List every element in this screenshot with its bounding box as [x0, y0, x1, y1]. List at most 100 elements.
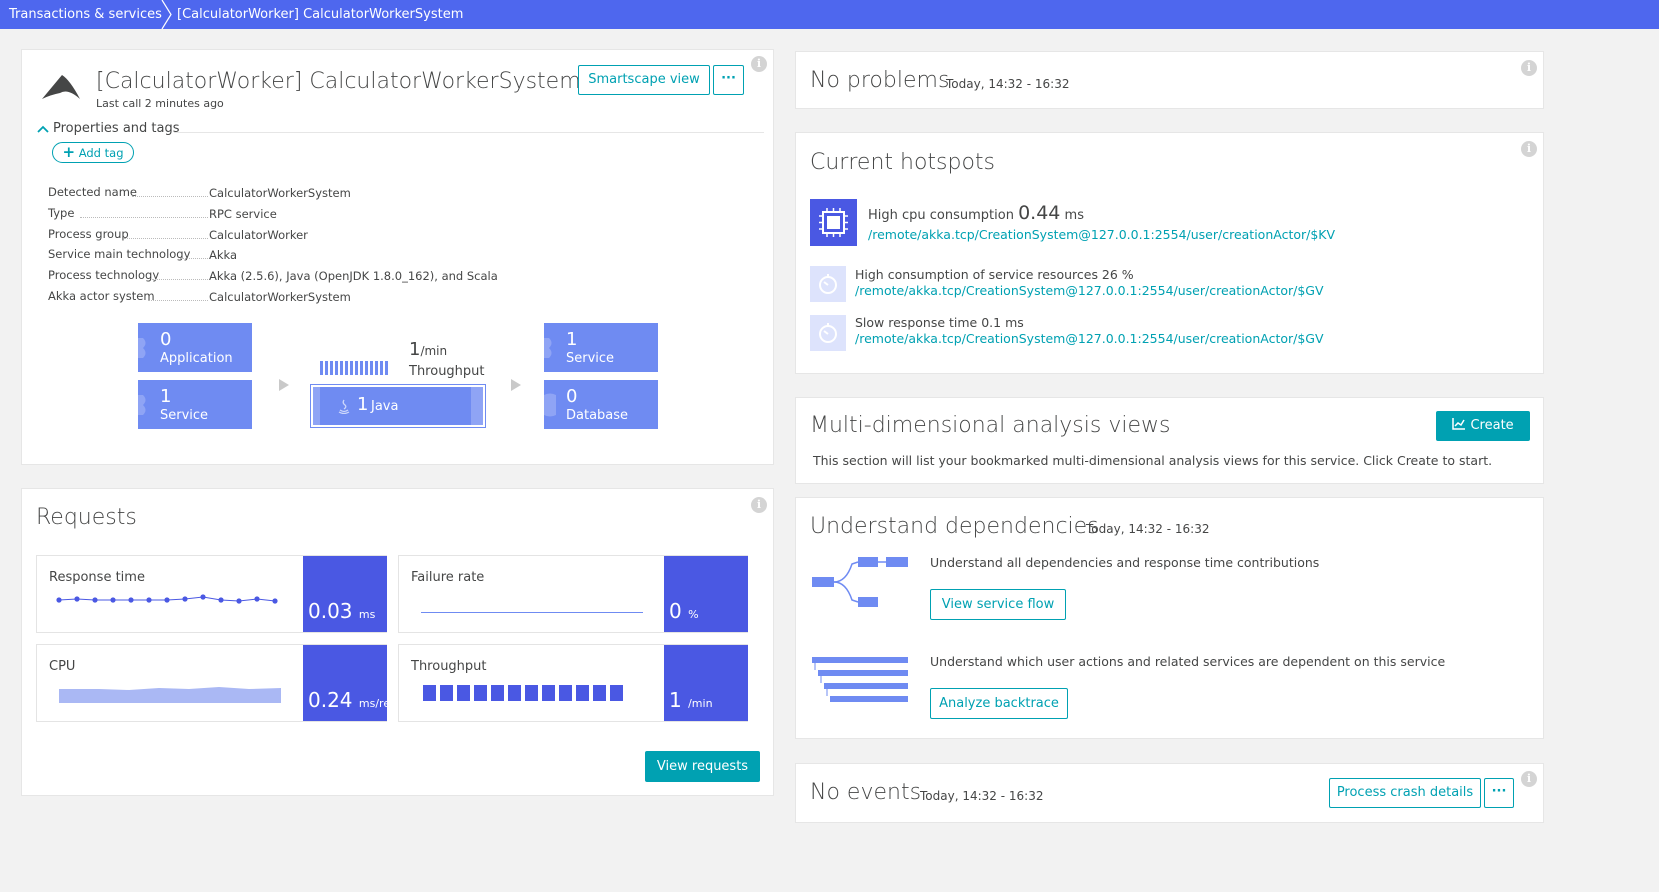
tile-value: 0 — [669, 599, 682, 623]
hotspot-link[interactable]: /remote/akka.tcp/CreationSystem@127.0.0.… — [868, 227, 1335, 242]
events-timeframe: Today, 14:32 - 16:32 — [920, 789, 1044, 803]
dependencies-timeframe: Today, 14:32 - 16:32 — [1086, 522, 1210, 536]
callee-label: Service — [566, 351, 615, 366]
cpu-tile[interactable]: CPU 0.24 ms/req — [36, 644, 397, 722]
mda-card: Multi-dimensional analysis views Create … — [795, 397, 1544, 484]
create-label: Create — [1470, 418, 1514, 433]
tile-label: Response time — [49, 570, 145, 585]
tile-unit: ms — [358, 608, 376, 621]
properties-toggle[interactable]: Properties and tags — [53, 121, 180, 136]
database-icon — [544, 393, 556, 417]
chevron-right-icon — [161, 0, 172, 29]
mda-description: This section will list your bookmarked m… — [813, 453, 1493, 468]
cpu-icon — [810, 199, 857, 246]
throughput-tile[interactable]: Throughput 1 /min — [398, 644, 748, 722]
property-label: Detected name — [48, 185, 137, 199]
java-icon — [338, 399, 350, 414]
tile-unit: ms/req — [358, 697, 398, 710]
response-time-sparkline — [56, 594, 278, 604]
divider — [174, 132, 764, 133]
add-tag-button[interactable]: + Add tag — [52, 142, 134, 163]
backtrace-icon — [812, 657, 908, 702]
service-overview-card: i [CalculatorWorker] CalculatorWorkerSys… — [21, 49, 774, 465]
hotspot-unit: ms — [1064, 208, 1084, 223]
smartscape-view-button[interactable]: Smartscape view — [578, 65, 710, 95]
requests-card: i Requests Response time 0.03 ms Failure… — [21, 488, 774, 796]
property-value: RPC service — [209, 207, 277, 221]
service-flow-icon — [812, 557, 908, 607]
property-value: CalculatorWorkerSystem — [209, 290, 351, 304]
hotspot-title: Slow response time 0.1 ms — [855, 315, 1024, 330]
requests-title: Requests — [36, 505, 137, 530]
property-value: Akka (2.5.6), Java (OpenJDK 1.8.0_162), … — [209, 269, 498, 283]
response-time-tile[interactable]: Response time 0.03 ms — [36, 555, 387, 633]
tile-value: 0.03 — [308, 599, 353, 623]
property-label: Process technology — [48, 268, 160, 282]
throughput-value: 1/min — [409, 339, 447, 360]
tile-value-box: 0 % — [664, 556, 748, 632]
callee-count: 1 — [566, 329, 578, 350]
caller-applications-box[interactable]: 0 Application — [138, 323, 252, 372]
tile-label: CPU — [49, 659, 76, 674]
gear-icon — [138, 395, 146, 415]
throughput-unit: /min — [420, 344, 448, 358]
info-icon[interactable]: i — [1521, 771, 1537, 787]
throughput-number: 1 — [409, 339, 421, 360]
throughput-bars-icon — [320, 361, 388, 375]
view-service-flow-button[interactable]: View service flow — [930, 589, 1066, 620]
more-options-button[interactable]: ··· — [713, 65, 744, 95]
process-group-link[interactable]: CalculatorWorker — [209, 228, 308, 242]
analyze-backtrace-button[interactable]: Analyze backtrace — [930, 688, 1068, 719]
backtrace-text: Understand which user actions and relate… — [930, 654, 1446, 669]
failure-rate-tile[interactable]: Failure rate 0 % — [398, 555, 748, 633]
failure-rate-sparkline — [421, 612, 643, 613]
throughput-label: Throughput — [409, 364, 485, 379]
hotspot-title: High cpu consumption 0.44 ms — [868, 202, 1084, 224]
process-crash-details-button[interactable]: Process crash details — [1329, 778, 1481, 808]
arrow-right-icon — [279, 379, 289, 391]
property-label: Type — [48, 206, 75, 220]
events-title: No events — [810, 780, 922, 805]
property-label: Process group — [48, 227, 129, 241]
breadcrumb-item-transactions[interactable]: Transactions & services — [9, 7, 162, 22]
puzzle-icon — [138, 338, 146, 358]
info-icon[interactable]: i — [751, 497, 767, 513]
hotspots-title: Current hotspots — [810, 150, 996, 175]
info-icon[interactable]: i — [751, 56, 767, 72]
tile-label: Failure rate — [411, 570, 485, 585]
problems-card: i No problems Today, 14:32 - 16:32 — [795, 51, 1544, 109]
callee-count: 0 — [566, 386, 578, 407]
service-flow-text: Understand all dependencies and response… — [930, 555, 1320, 570]
hotspot-value: 0.44 — [1018, 202, 1061, 224]
problems-timeframe: Today, 14:32 - 16:32 — [946, 77, 1070, 91]
dependencies-title: Understand dependencies — [810, 514, 1099, 539]
info-icon[interactable]: i — [1521, 60, 1537, 76]
process-box[interactable]: 1 Java — [310, 384, 486, 428]
stopwatch-icon — [810, 266, 846, 302]
callee-services-box[interactable]: 1 Service — [544, 323, 658, 372]
events-card: i No events Today, 14:32 - 16:32 Process… — [795, 763, 1544, 823]
hotspot-link[interactable]: /remote/akka.tcp/CreationSystem@127.0.0.… — [855, 331, 1324, 346]
plus-icon: + — [62, 143, 76, 161]
tile-value-box: 1 /min — [664, 645, 748, 721]
breadcrumb-item-service[interactable]: [CalculatorWorker] CalculatorWorkerSyste… — [177, 7, 463, 22]
arrow-right-icon — [511, 379, 521, 391]
callee-databases-box[interactable]: 0 Database — [544, 380, 658, 429]
more-options-button[interactable]: ··· — [1484, 778, 1514, 808]
view-requests-button[interactable]: View requests — [645, 751, 760, 782]
info-icon[interactable]: i — [1521, 141, 1537, 157]
caller-label: Service — [160, 408, 209, 423]
caller-count: 1 — [160, 386, 172, 407]
last-call-text: Last call 2 minutes ago — [96, 97, 224, 110]
create-button[interactable]: Create — [1436, 411, 1530, 441]
chevron-up-icon[interactable] — [37, 124, 49, 134]
mda-title: Multi-dimensional analysis views — [810, 413, 1171, 438]
cpu-area-chart — [59, 687, 281, 703]
tile-value: 1 — [669, 688, 682, 712]
hotspot-link[interactable]: /remote/akka.tcp/CreationSystem@127.0.0.… — [855, 283, 1324, 298]
caller-services-box[interactable]: 1 Service — [138, 380, 252, 429]
page-title: [CalculatorWorker] CalculatorWorkerSyste… — [96, 69, 581, 94]
caller-label: Application — [160, 351, 233, 366]
hotspots-card: i Current hotspots High cpu consumption … — [795, 132, 1544, 374]
tile-unit: /min — [688, 697, 713, 710]
